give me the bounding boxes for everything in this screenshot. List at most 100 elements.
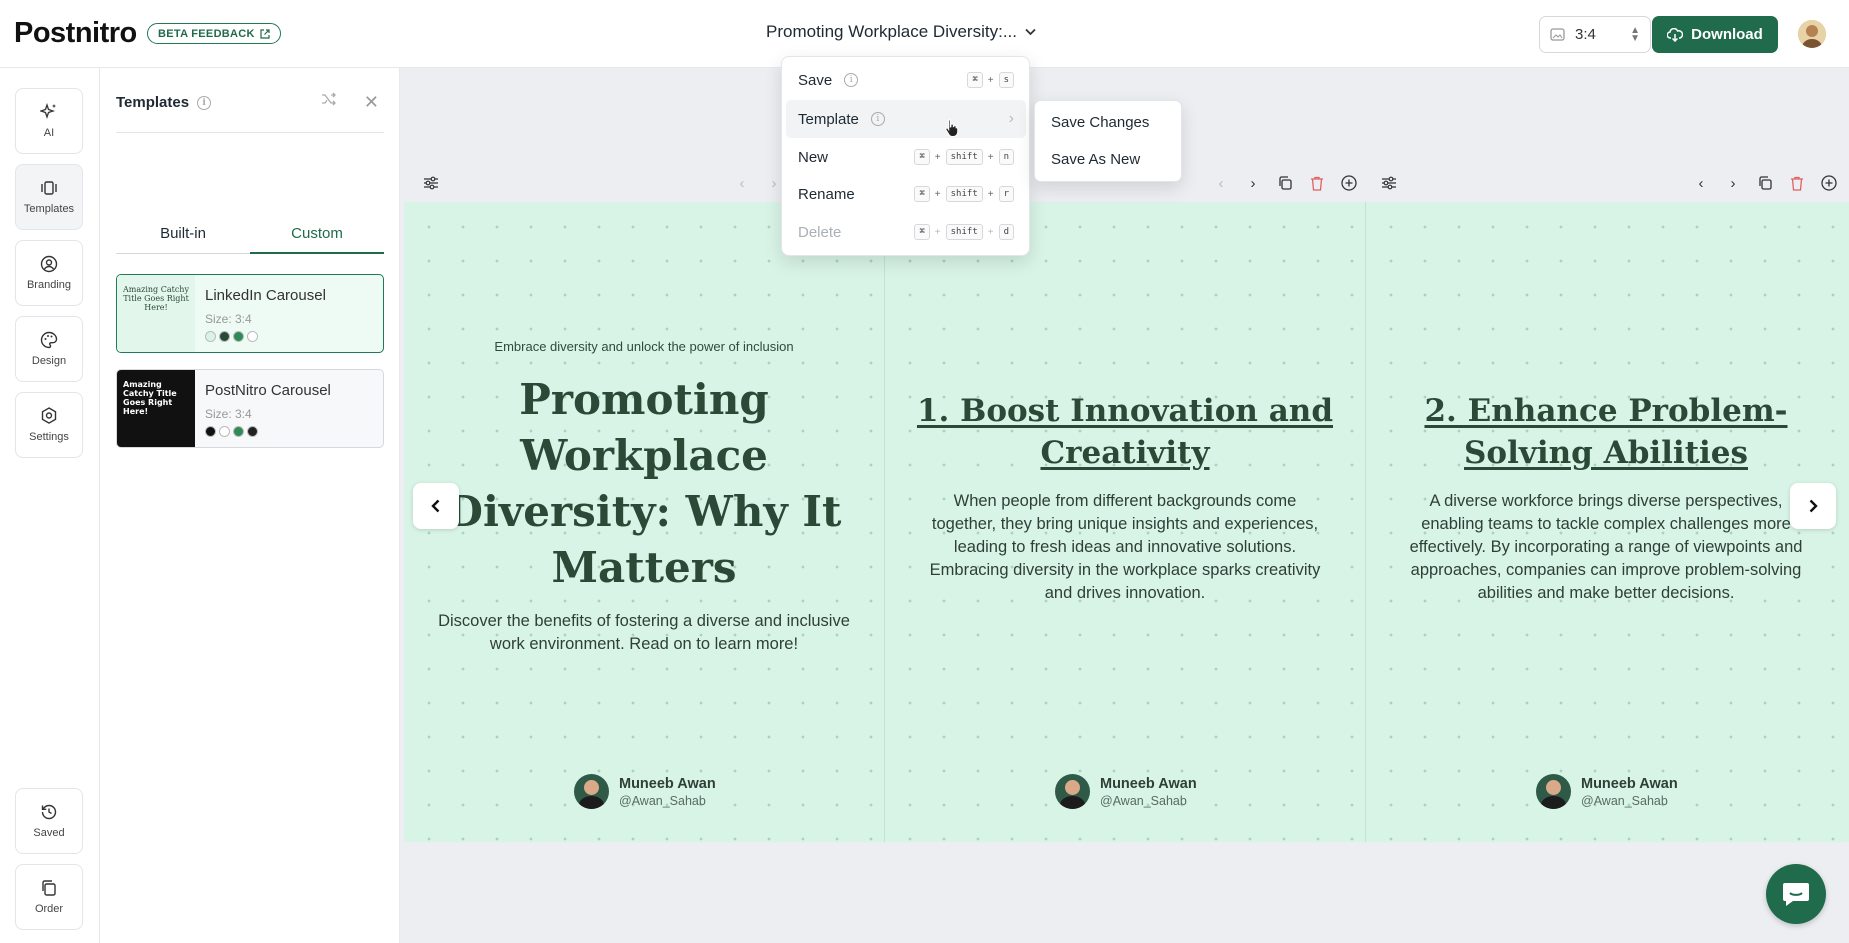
- info-icon[interactable]: i: [197, 95, 212, 110]
- prev-slide-button[interactable]: [413, 483, 459, 529]
- template-thumbnail: Amazing Catchy Title Goes Right Here!: [117, 275, 195, 352]
- document-title-dropdown[interactable]: Promoting Workplace Diversity:...: [766, 22, 1036, 42]
- menu-item-label: Delete: [798, 223, 842, 241]
- panel-header: Templates i: [116, 94, 212, 111]
- slide-3-actions: ‹ ›: [1692, 172, 1838, 194]
- template-card-linkedin[interactable]: Amazing Catchy Title Goes Right Here! Li…: [116, 274, 384, 353]
- aspect-ratio-value: 3:4: [1575, 26, 1596, 43]
- chevron-left-icon: [431, 499, 440, 513]
- author-block[interactable]: Muneeb Awan @Awan_Sahab: [1536, 774, 1678, 809]
- template-size: Size: 3:4: [205, 312, 252, 326]
- add-circle-icon[interactable]: [1340, 174, 1358, 192]
- download-label: Download: [1691, 26, 1763, 43]
- close-icon[interactable]: ✕: [364, 92, 379, 113]
- rail-design-label: Design: [31, 355, 67, 367]
- slide-title[interactable]: 2. Enhance Problem-Solving Abilities: [1386, 390, 1826, 474]
- swatch: [219, 331, 230, 342]
- app-logo[interactable]: Postnitro: [14, 17, 137, 50]
- user-avatar[interactable]: [1798, 20, 1826, 48]
- chevron-right-icon: ›: [1008, 110, 1014, 127]
- rail-ai-button[interactable]: AI: [15, 88, 83, 154]
- slide-1-toolbar: [422, 172, 440, 194]
- slide-body[interactable]: A diverse workforce brings diverse persp…: [1404, 490, 1808, 605]
- shortcut-delete: ⌘ + shift + d: [914, 224, 1014, 240]
- swatch: [233, 426, 244, 437]
- next-slide-button[interactable]: [1790, 483, 1836, 529]
- history-icon: [41, 804, 57, 820]
- templates-panel: Templates i ✕ Built-in Custom Amazing Ca…: [100, 68, 400, 943]
- shuffle-icon[interactable]: [321, 92, 337, 111]
- slide-title[interactable]: 1. Boost Innovation and Creativity: [905, 390, 1345, 474]
- beta-feedback-label: BETA FEEDBACK: [158, 27, 255, 40]
- chevron-right-icon[interactable]: ›: [1244, 174, 1262, 192]
- author-handle: @Awan_Sahab: [1581, 793, 1668, 808]
- slide-1-nav: ‹ ›: [733, 172, 783, 194]
- color-swatches: [205, 331, 326, 342]
- aspect-ratio-select[interactable]: 3:4 ▲ ▼: [1539, 16, 1651, 53]
- rail-branding-button[interactable]: Branding: [15, 240, 83, 306]
- chevron-left-icon[interactable]: ‹: [1692, 174, 1710, 192]
- slide-2[interactable]: 1. Boost Innovation and Creativity When …: [885, 202, 1365, 842]
- menu-item-label: Template: [798, 110, 859, 128]
- author-avatar: [574, 774, 609, 809]
- author-avatar: [1055, 774, 1090, 809]
- rail-saved-label: Saved: [33, 827, 65, 839]
- submenu-save-changes[interactable]: Save Changes: [1051, 114, 1149, 131]
- chevron-down-icon: [1025, 28, 1036, 36]
- submenu-save-as-new[interactable]: Save As New: [1051, 151, 1140, 168]
- menu-item-new[interactable]: New ⌘ + shift + n: [786, 138, 1026, 176]
- chevron-right-icon: [1809, 499, 1818, 513]
- gear-icon: [41, 407, 57, 424]
- rail-design-button[interactable]: Design: [15, 316, 83, 382]
- rail-settings-label: Settings: [29, 431, 69, 443]
- sliders-icon[interactable]: [422, 174, 440, 192]
- slide-1[interactable]: Embrace diversity and unlock the power o…: [404, 202, 884, 842]
- slide-2-toolbar: ‹ ›: [1212, 172, 1358, 194]
- slide-body[interactable]: When people from different backgrounds c…: [923, 490, 1327, 605]
- chat-support-button[interactable]: [1766, 864, 1826, 924]
- color-swatches: [205, 426, 331, 437]
- rail-order-button[interactable]: Order: [15, 864, 83, 930]
- rail-templates-button[interactable]: Templates: [15, 164, 83, 230]
- tab-built-in[interactable]: Built-in: [116, 214, 250, 254]
- rail-templates-label: Templates: [23, 203, 75, 215]
- slide-body[interactable]: Discover the benefits of fostering a div…: [434, 610, 854, 656]
- user-circle-icon: [40, 255, 58, 273]
- template-name: LinkedIn Carousel: [205, 287, 326, 304]
- chevron-left-icon[interactable]: ‹: [1212, 174, 1230, 192]
- duplicate-icon[interactable]: [1756, 174, 1774, 192]
- template-name: PostNitro Carousel: [205, 382, 331, 399]
- menu-item-rename[interactable]: Rename ⌘ + shift + r: [786, 175, 1026, 213]
- menu-item-template[interactable]: Template i ›: [786, 100, 1026, 138]
- sliders-icon[interactable]: [1380, 174, 1398, 192]
- beta-feedback-badge[interactable]: BETA FEEDBACK: [147, 23, 281, 44]
- menu-item-save[interactable]: Save i ⌘ + s: [786, 61, 1026, 99]
- menu-item-label: Rename: [798, 185, 855, 203]
- cloud-download-icon: [1667, 27, 1684, 42]
- trash-icon[interactable]: [1788, 174, 1806, 192]
- slide-kicker[interactable]: Embrace diversity and unlock the power o…: [404, 339, 884, 354]
- panel-title: Templates: [116, 94, 190, 111]
- chat-bubble-icon: [1783, 883, 1809, 906]
- rail-saved-button[interactable]: Saved: [15, 788, 83, 854]
- shortcut-save: ⌘ + s: [967, 72, 1014, 88]
- slide-title[interactable]: Promoting Workplace Diversity: Why It Ma…: [434, 372, 854, 596]
- download-button[interactable]: Download: [1652, 16, 1778, 53]
- template-thumbnail: Amazing Catchy Title Goes Right Here!: [117, 370, 195, 447]
- author-avatar: [1536, 774, 1571, 809]
- author-block[interactable]: Muneeb Awan @Awan_Sahab: [1055, 774, 1197, 809]
- author-block[interactable]: Muneeb Awan @Awan_Sahab: [574, 774, 716, 809]
- external-link-icon: [260, 28, 270, 39]
- slide-3[interactable]: 2. Enhance Problem-Solving Abilities A d…: [1366, 202, 1846, 842]
- rail-settings-button[interactable]: Settings: [15, 392, 83, 458]
- template-card-postnitro[interactable]: Amazing Catchy Title Goes Right Here! Po…: [116, 369, 384, 448]
- chevron-right-icon[interactable]: ›: [1724, 174, 1742, 192]
- duplicate-icon[interactable]: [1276, 174, 1294, 192]
- tab-custom[interactable]: Custom: [250, 214, 384, 254]
- shortcut-rename: ⌘ + shift + r: [914, 186, 1014, 202]
- add-circle-icon[interactable]: [1820, 174, 1838, 192]
- rail-ai-label: AI: [43, 127, 55, 139]
- menu-item-delete: Delete ⌘ + shift + d: [786, 213, 1026, 251]
- chevron-left-icon[interactable]: ‹: [733, 174, 751, 192]
- trash-icon[interactable]: [1308, 174, 1326, 192]
